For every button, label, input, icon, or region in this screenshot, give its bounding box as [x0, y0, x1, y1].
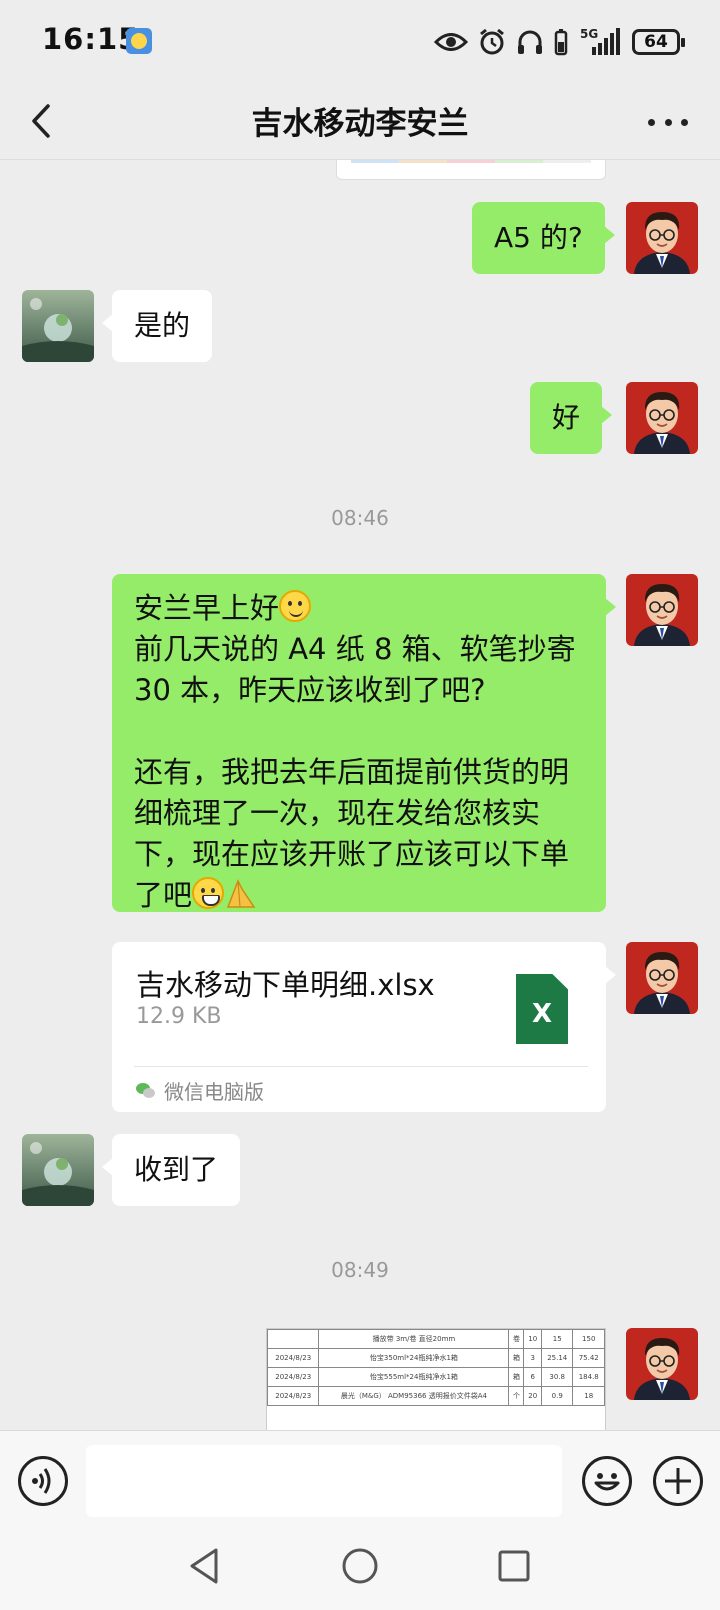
file-source: 微信电脑版: [136, 1076, 264, 1105]
message-text: 好: [552, 401, 581, 434]
emoji-button[interactable]: [582, 1456, 632, 1506]
avatar-icon: [626, 942, 698, 1014]
received-message[interactable]: 收到了: [101, 1134, 241, 1206]
previous-image-message[interactable]: [336, 160, 606, 180]
file-divider: [134, 1066, 588, 1067]
message-text: 收到了: [134, 1153, 219, 1186]
avatar-icon: [626, 1328, 698, 1400]
file-source-label: 微信电脑版: [164, 1080, 264, 1104]
plus-icon: [665, 1468, 691, 1494]
message-line: 还有，我把去年后面提前供货的明: [134, 755, 570, 789]
contact-avatar[interactable]: [22, 1134, 94, 1206]
more-dots-icon: [648, 118, 655, 126]
status-bar: 16:15 5G 64: [0, 0, 720, 84]
eye-icon: [434, 33, 468, 51]
battery-icon: 64: [632, 29, 685, 55]
smile-emoji-icon: [279, 590, 312, 622]
chat-title: 吉水移动李安兰: [251, 106, 469, 142]
alarm-icon: [480, 28, 504, 55]
recents-square-icon[interactable]: [492, 1544, 536, 1588]
my-avatar[interactable]: [626, 202, 698, 274]
avatar-icon: [626, 202, 698, 274]
my-avatar[interactable]: [626, 942, 698, 1014]
sent-message[interactable]: 好: [530, 382, 613, 454]
avatar-icon: [22, 290, 94, 362]
time-divider: 08:49: [331, 1258, 389, 1282]
avatar-icon: [22, 1134, 94, 1206]
chat-area[interactable]: A5 的? 是的 好 08:46 安兰早上好 前几天说的 A4 纸 8 箱、软笔…: [0, 160, 720, 1430]
more-button[interactable]: [648, 102, 688, 142]
file-message[interactable]: 吉水移动下单明细.xlsx 12.9 KB X 微信电脑版: [112, 942, 616, 1112]
chat-header: 吉水移动李安兰: [0, 84, 720, 160]
message-line: 下，现在应该开账了应该可以下单: [134, 837, 570, 871]
sent-message[interactable]: A5 的?: [472, 202, 615, 274]
avatar-icon: [626, 574, 698, 646]
battery-small-icon: [554, 29, 568, 56]
message-line: 细梳理了一次，现在发给您核实: [134, 796, 541, 830]
praying-hands-icon: [226, 879, 256, 908]
image-message[interactable]: 播放带 3m/卷 直径20mm 卷 10 15 150 2024/8/23 怡宝…: [266, 1328, 606, 1430]
file-name: 吉水移动下单明细.xlsx: [136, 968, 435, 1002]
message-line: [134, 711, 584, 752]
back-triangle-icon[interactable]: [184, 1544, 224, 1588]
avatar-icon: [626, 382, 698, 454]
network-label: 5G: [580, 27, 598, 41]
excel-file-icon: X: [516, 974, 568, 1044]
message-input[interactable]: [86, 1445, 562, 1517]
voice-button[interactable]: [18, 1456, 68, 1506]
message-line: 了吧: [134, 878, 193, 912]
input-bar: [0, 1430, 720, 1530]
message-text: A5 的?: [494, 221, 583, 254]
message-line: 30 本，昨天应该收到了吧?: [134, 673, 486, 707]
weather-icon: [126, 28, 152, 54]
sent-message[interactable]: 安兰早上好 前几天说的 A4 纸 8 箱、软笔抄寄 30 本，昨天应该收到了吧?…: [112, 574, 616, 912]
plus-button[interactable]: [653, 1456, 703, 1506]
signal-icon: 5G: [580, 27, 620, 55]
system-navigation-bar: [0, 1530, 720, 1610]
wechat-icon: [136, 1082, 156, 1099]
voice-icon: [32, 1468, 51, 1494]
contact-avatar[interactable]: [22, 290, 94, 362]
spreadsheet-preview: 播放带 3m/卷 直径20mm 卷 10 15 150 2024/8/23 怡宝…: [267, 1329, 605, 1406]
file-size: 12.9 KB: [136, 1004, 222, 1029]
message-line: 前几天说的 A4 纸 8 箱、软笔抄寄: [134, 632, 576, 666]
time-divider: 08:46: [331, 506, 389, 530]
emoji-icon: [594, 1473, 620, 1491]
headphones-icon: [518, 30, 542, 54]
home-circle-icon[interactable]: [338, 1544, 382, 1588]
my-avatar[interactable]: [626, 574, 698, 646]
grin-emoji-icon: [192, 877, 225, 909]
my-avatar[interactable]: [626, 382, 698, 454]
message-text: 是的: [134, 309, 191, 342]
message-line: 安兰早上好: [134, 591, 280, 625]
my-avatar[interactable]: [626, 1328, 698, 1400]
status-icons: 5G 64: [434, 24, 685, 60]
status-time: 16:15: [42, 22, 140, 56]
received-message[interactable]: 是的: [101, 290, 213, 362]
